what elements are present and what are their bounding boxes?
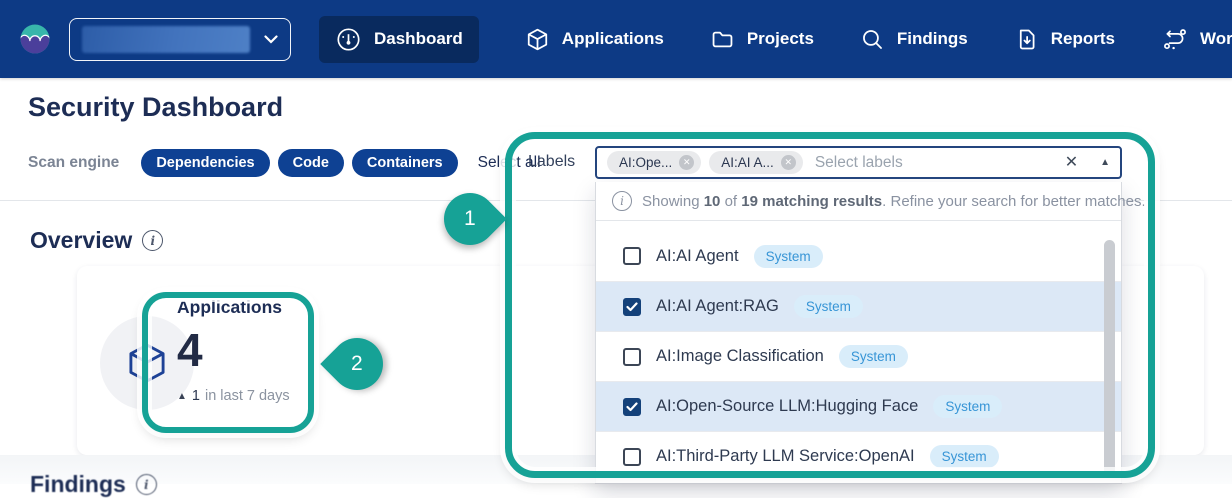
cube-icon [525, 27, 550, 52]
label-option-text: AI:AI Agent:RAG [656, 297, 779, 316]
main-nav: Dashboard Applications Projects Findings [319, 16, 1232, 63]
label-option-row[interactable]: AI:Image Classification System [596, 331, 1121, 381]
nav-item-reports[interactable]: Reports [1014, 27, 1115, 52]
collapse-dropdown-icon[interactable]: ▲ [1100, 158, 1110, 168]
check-icon [626, 402, 638, 412]
scan-engine-label: Scan engine [28, 154, 119, 172]
findings-heading-text: Findings [30, 471, 126, 498]
label-option-row[interactable]: AI:Open-Source LLM:Hugging Face System [596, 381, 1121, 431]
label-option-row[interactable]: AI:Third-Party LLM Service:OpenAI System [596, 431, 1121, 481]
mend-logo-icon[interactable] [18, 22, 52, 56]
nav-label: Applications [562, 29, 664, 49]
clear-selection-icon[interactable]: ✕ [1065, 155, 1078, 171]
cube-icon [124, 340, 170, 386]
annotation-step-number: 1 [464, 207, 476, 231]
labels-placeholder[interactable]: Select labels [815, 154, 1065, 172]
system-badge: System [794, 295, 863, 318]
checkbox-unchecked[interactable] [623, 247, 641, 265]
label-option-text: AI:AI Agent [656, 247, 739, 266]
info-icon[interactable]: i [136, 474, 157, 495]
nav-label: Projects [747, 29, 814, 49]
nav-item-dashboard[interactable]: Dashboard [319, 16, 479, 63]
stat-value: 4 [177, 327, 290, 373]
nav-label: Dashboard [374, 29, 463, 49]
dashboard-gauge-icon [335, 26, 362, 53]
workflow-icon [1161, 27, 1188, 52]
annotation-step-1-marker: 1 [433, 182, 507, 256]
chip-remove-icon[interactable]: ✕ [679, 155, 694, 170]
labels-multiselect-input[interactable]: AI:Ope... ✕ AI:AI A... ✕ Select labels ✕… [595, 146, 1122, 179]
org-selector-dropdown[interactable] [69, 18, 291, 61]
label-option-text: AI:Open-Source LLM:Hugging Face [656, 397, 918, 416]
checkbox-checked[interactable] [623, 298, 641, 316]
org-name-redacted [82, 26, 250, 53]
system-badge: System [754, 245, 823, 268]
top-navbar: Dashboard Applications Projects Findings [0, 0, 1232, 78]
checkbox-unchecked[interactable] [623, 348, 641, 366]
results-info-bar: i Showing 10 of 19 matching results. Ref… [596, 182, 1121, 221]
scan-engine-filter-row: Scan engine Dependencies Code Containers… [28, 147, 541, 178]
system-badge: System [930, 445, 999, 468]
label-option-row[interactable]: AI:AI Agent System [596, 231, 1121, 281]
labels-dropdown-panel: i Showing 10 of 19 matching results. Ref… [595, 182, 1122, 484]
check-icon [626, 302, 638, 312]
results-info-text: Showing 10 of 19 matching results. Refin… [642, 193, 1146, 210]
page-title: Security Dashboard [28, 92, 283, 123]
scan-engine-pill-containers[interactable]: Containers [352, 149, 458, 177]
nav-label: Reports [1051, 29, 1115, 49]
nav-item-applications[interactable]: Applications [525, 27, 664, 52]
dropdown-scrollbar[interactable] [1104, 240, 1115, 478]
system-badge: System [933, 395, 1002, 418]
nav-item-projects[interactable]: Projects [710, 27, 814, 52]
label-chip-text: AI:AI A... [721, 155, 774, 170]
report-download-icon [1014, 27, 1039, 52]
label-chip[interactable]: AI:Ope... ✕ [607, 151, 701, 174]
checkbox-unchecked[interactable] [623, 448, 641, 466]
info-icon: i [612, 191, 632, 211]
label-options-list: AI:AI Agent System AI:AI Agent:RAG Syste… [596, 221, 1121, 481]
applications-stat: Applications 4 ▲ 1 in last 7 days [177, 297, 290, 404]
findings-heading: Findings i [30, 471, 157, 498]
delta-value: 1 [192, 388, 200, 404]
label-option-row[interactable]: AI:AI Agent:RAG System [596, 281, 1121, 331]
folder-icon [710, 27, 735, 52]
label-chip-text: AI:Ope... [619, 155, 672, 170]
chip-remove-icon[interactable]: ✕ [781, 155, 796, 170]
label-option-text: AI:Third-Party LLM Service:OpenAI [656, 447, 915, 466]
stat-title: Applications [177, 297, 290, 318]
nav-item-findings[interactable]: Findings [860, 27, 968, 52]
search-icon [860, 27, 885, 52]
labels-field-label: Labels [528, 153, 575, 171]
nav-label: Findings [897, 29, 968, 49]
stat-delta: ▲ 1 in last 7 days [177, 388, 290, 404]
overview-heading: Overview i [30, 227, 163, 254]
checkbox-checked[interactable] [623, 398, 641, 416]
label-option-text: AI:Image Classification [656, 347, 824, 366]
increase-arrow-icon: ▲ [177, 391, 187, 402]
system-badge: System [839, 345, 908, 368]
chevron-down-icon [264, 35, 278, 44]
overview-heading-text: Overview [30, 227, 132, 254]
nav-label: Workflows [1200, 29, 1232, 49]
label-chip[interactable]: AI:AI A... ✕ [709, 151, 803, 174]
scan-engine-pill-code[interactable]: Code [278, 149, 344, 177]
scan-engine-pill-dependencies[interactable]: Dependencies [141, 149, 269, 177]
delta-suffix: in last 7 days [205, 388, 290, 404]
nav-item-workflows[interactable]: Workflows [1161, 27, 1232, 52]
info-icon[interactable]: i [142, 230, 163, 251]
